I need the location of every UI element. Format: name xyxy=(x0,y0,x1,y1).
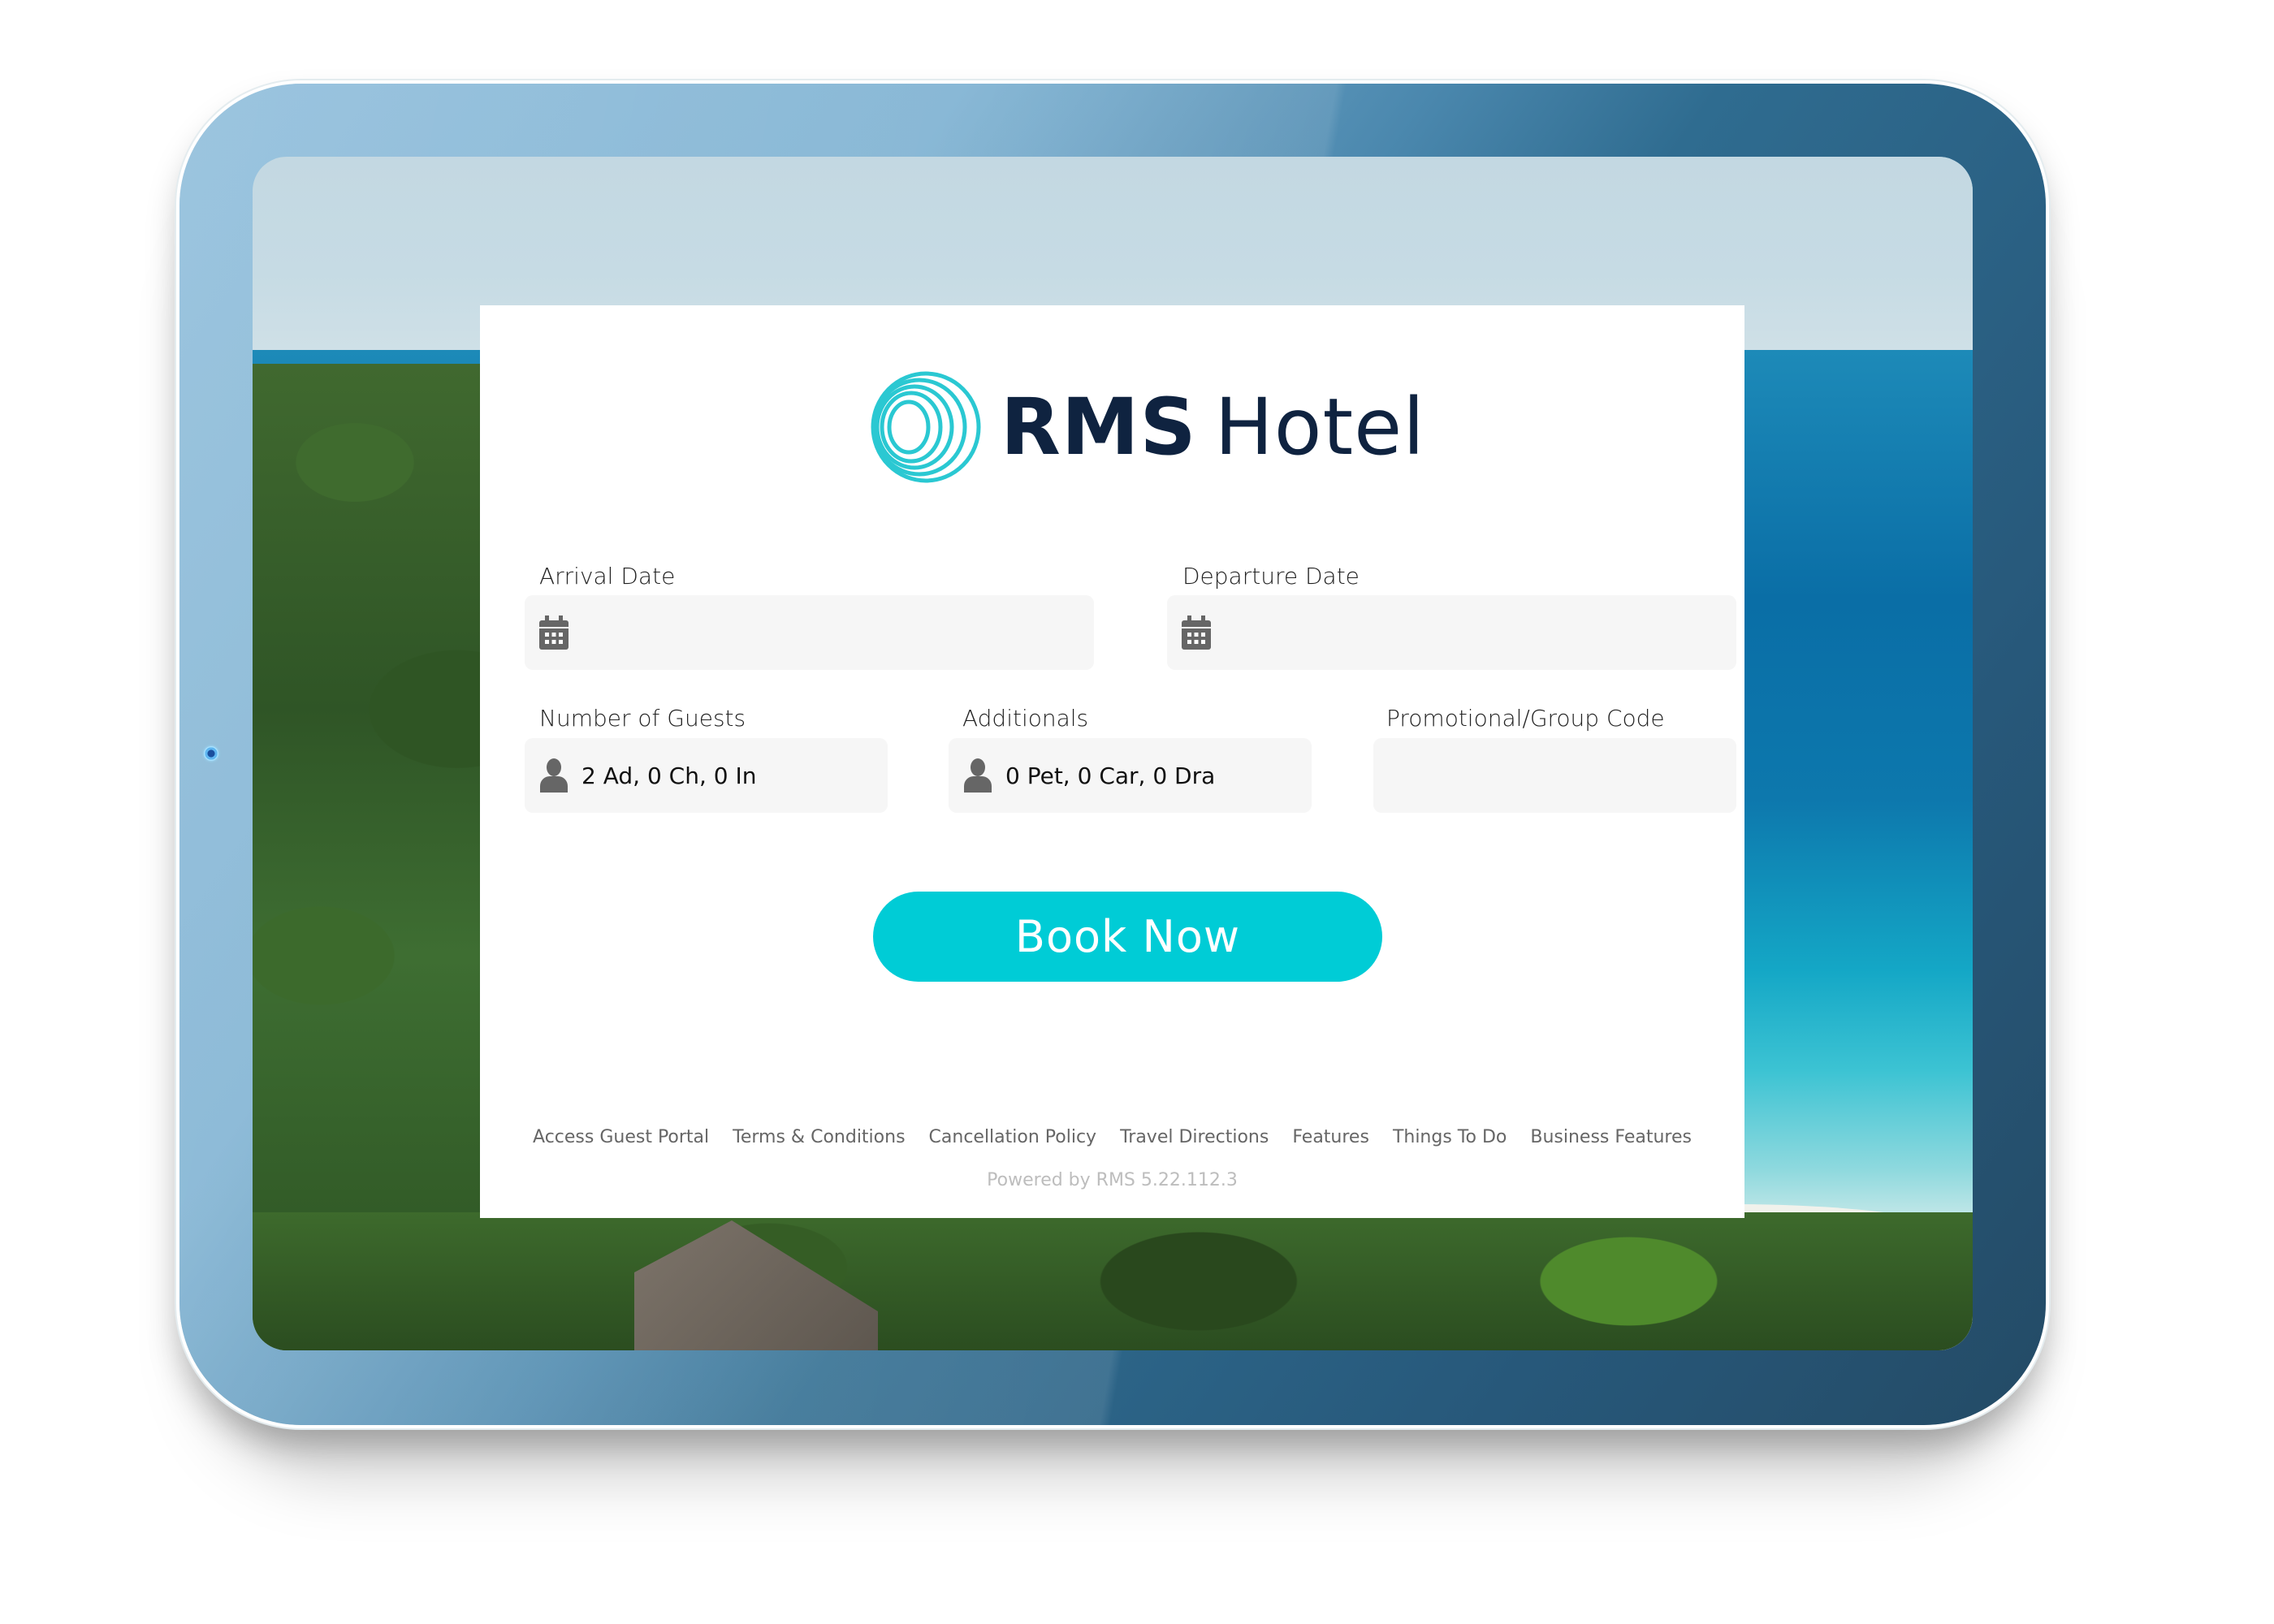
number-of-guests-value: 2 Ad, 0 Ch, 0 In xyxy=(581,762,757,789)
brand-name-light: Hotel xyxy=(1214,382,1425,473)
person-icon xyxy=(538,758,570,793)
footer-link-terms-conditions[interactable]: Terms & Conditions xyxy=(733,1127,905,1147)
background-trees xyxy=(253,1212,1973,1350)
footer-link-access-guest-portal[interactable]: Access Guest Portal xyxy=(533,1127,709,1147)
footer-link-business-features[interactable]: Business Features xyxy=(1530,1127,1692,1147)
additionals-label: Additionals xyxy=(962,705,1089,732)
brand-logo: RMS Hotel xyxy=(869,366,1425,488)
departure-date-label: Departure Date xyxy=(1182,563,1360,590)
book-now-button[interactable]: Book Now xyxy=(873,892,1382,982)
powered-by-text: Powered by RMS 5.22.112.3 xyxy=(987,1170,1238,1190)
brand-name: RMS Hotel xyxy=(1001,388,1425,466)
number-of-guests-input[interactable]: 2 Ad, 0 Ch, 0 In xyxy=(525,738,888,813)
departure-date-input[interactable] xyxy=(1167,595,1736,670)
footer-links: Access Guest Portal Terms & Conditions C… xyxy=(480,1127,1744,1147)
arrival-date-label: Arrival Date xyxy=(539,563,676,590)
additionals-input[interactable]: 0 Pet, 0 Car, 0 Dra xyxy=(949,738,1312,813)
additionals-value: 0 Pet, 0 Car, 0 Dra xyxy=(1005,762,1216,789)
footer-link-features[interactable]: Features xyxy=(1292,1127,1369,1147)
number-of-guests-label: Number of Guests xyxy=(539,705,746,732)
footer-link-travel-directions[interactable]: Travel Directions xyxy=(1120,1127,1269,1147)
footer-link-things-to-do[interactable]: Things To Do xyxy=(1393,1127,1507,1147)
rms-logo-icon xyxy=(871,371,981,483)
footer-link-cancellation-policy[interactable]: Cancellation Policy xyxy=(929,1127,1097,1147)
calendar-icon xyxy=(1180,615,1213,650)
arrival-date-input[interactable] xyxy=(525,595,1094,670)
calendar-icon xyxy=(538,615,570,650)
promo-code-label: Promotional/Group Code xyxy=(1386,705,1665,732)
booking-card: RMS Hotel Arrival Date Departure Date Num… xyxy=(480,305,1744,1218)
person-icon xyxy=(962,758,994,793)
brand-name-bold: RMS xyxy=(1001,382,1197,473)
camera-icon xyxy=(204,746,218,761)
promo-code-input[interactable] xyxy=(1373,738,1736,813)
